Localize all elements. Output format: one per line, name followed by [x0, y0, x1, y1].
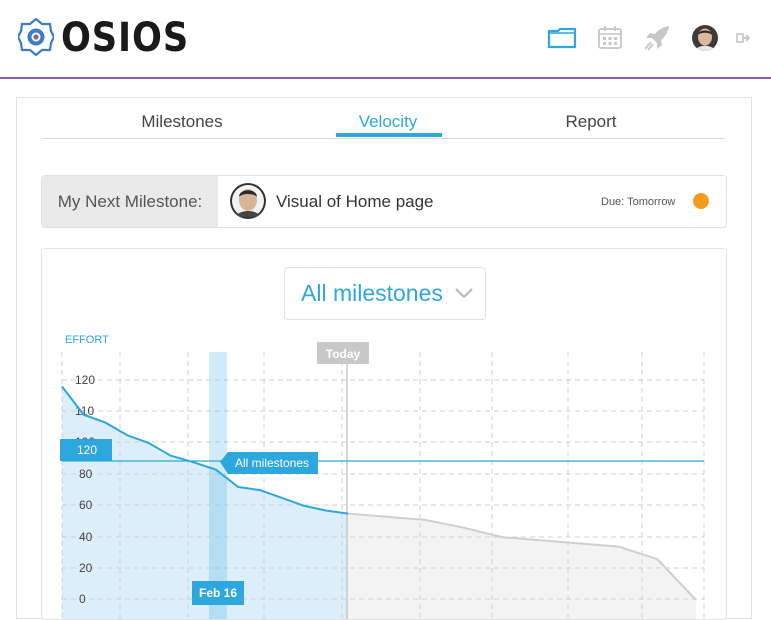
y-tick-label: 80: [79, 467, 93, 481]
milestone-status-dot: [693, 193, 709, 209]
tab-velocity[interactable]: Velocity: [308, 112, 468, 132]
highlight-column: [209, 352, 227, 619]
folder-icon[interactable]: [547, 25, 577, 51]
user-avatar[interactable]: [692, 25, 718, 51]
target-label: 120: [77, 443, 97, 457]
app-header: OSIOS: [0, 0, 771, 79]
today-label: Today: [326, 347, 361, 361]
logout-icon[interactable]: [736, 25, 752, 51]
velocity-chart-card: All milestones TodayEFFORT12011010080604…: [41, 248, 727, 620]
series-tooltip-label: All milestones: [235, 456, 309, 470]
y-tick-label: 20: [79, 561, 93, 575]
x-highlight-label: Feb 16: [199, 586, 237, 600]
calendar-icon[interactable]: [595, 25, 625, 51]
next-milestone-bar[interactable]: My Next Milestone: Visual of Home page D…: [41, 175, 727, 228]
y-tick-label: 40: [79, 530, 93, 544]
tab-report[interactable]: Report: [511, 112, 671, 132]
next-milestone-label: My Next Milestone:: [42, 176, 218, 227]
velocity-chart: TodayEFFORT120110100806040200120All mile…: [60, 334, 705, 619]
tab-milestones[interactable]: Milestones: [102, 112, 262, 132]
y-axis-label: EFFORT: [65, 334, 109, 346]
milestone-owner-avatar: [230, 183, 266, 219]
projection-area: [348, 513, 696, 619]
y-tick-label: 120: [75, 373, 95, 387]
rocket-icon[interactable]: [642, 25, 672, 51]
osios-logo-icon: [18, 18, 54, 56]
y-tick-label: 0: [79, 592, 86, 606]
milestone-title: Visual of Home page: [276, 192, 434, 211]
active-tab-indicator: [336, 133, 442, 137]
logo-text: OSIOS: [61, 15, 190, 61]
milestone-due-date: Due: Tomorrow: [601, 196, 676, 208]
y-tick-label: 60: [79, 498, 93, 512]
